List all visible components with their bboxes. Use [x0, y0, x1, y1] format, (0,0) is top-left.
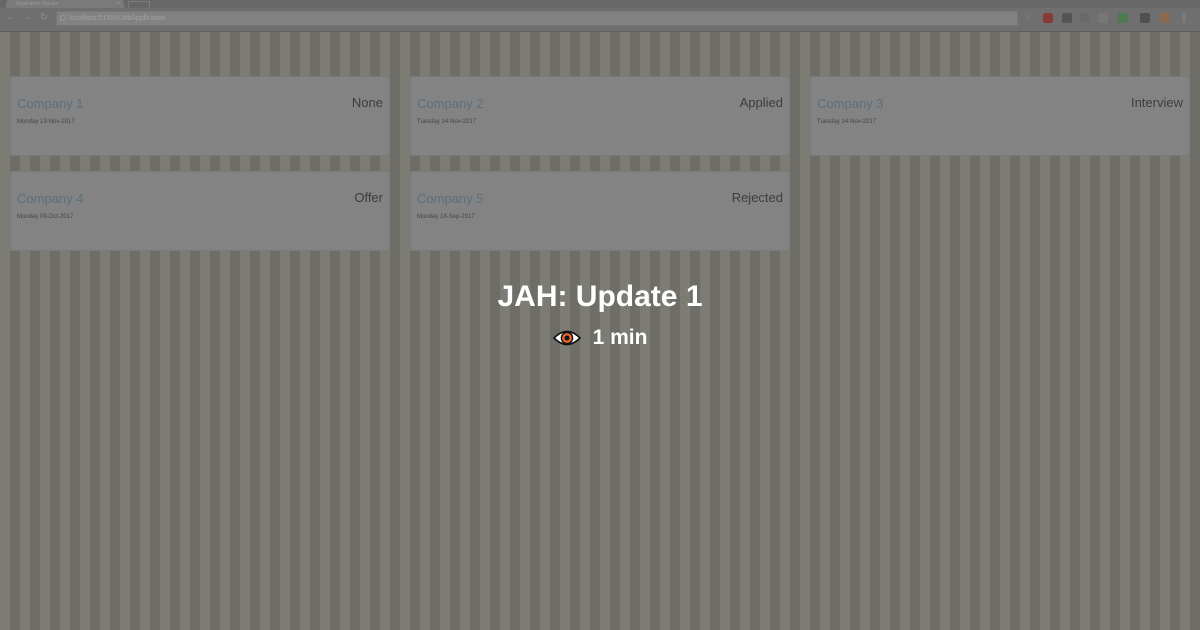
menu-icon[interactable] [1182, 13, 1186, 23]
forward-icon[interactable]: → [22, 13, 32, 23]
address-text: localhost:51591/JobApplication [69, 15, 166, 22]
close-icon[interactable]: × [116, 0, 120, 8]
back-icon[interactable]: ← [6, 13, 16, 23]
bookmark-star-icon[interactable]: ☆ [1023, 12, 1032, 22]
extension-icon[interactable] [1080, 13, 1090, 23]
status-label: Offer [354, 190, 383, 205]
browser-toolbar: Application Tracker × ← → ↻ localhost:51… [0, 0, 1200, 32]
read-time-label: 1 min [592, 326, 648, 349]
extension-icon[interactable] [1043, 13, 1053, 23]
status-label: Interview [1130, 95, 1183, 110]
company-name[interactable]: Company 1 [17, 96, 83, 111]
application-card[interactable]: Company 1 None Monday 13-Nov-2017 [10, 76, 390, 156]
info-icon [60, 15, 66, 21]
tab-strip: Application Tracker × [0, 0, 1200, 8]
new-tab-button[interactable] [128, 1, 150, 8]
address-bar[interactable]: localhost:51591/JobApplication [56, 11, 1018, 26]
application-date: Monday 09-Oct-2017 [17, 214, 74, 220]
reload-icon[interactable]: ↻ [40, 13, 48, 23]
application-card[interactable]: Company 2 Applied Tuesday 14-Nov-2017 [410, 76, 790, 156]
application-card[interactable]: Company 4 Offer Monday 09-Oct-2017 [10, 171, 390, 251]
application-date: Monday 18-Sep-2017 [417, 214, 475, 220]
company-name[interactable]: Company 2 [417, 96, 483, 111]
company-name[interactable]: Company 5 [417, 191, 483, 206]
application-date: Tuesday 14-Nov-2017 [417, 119, 477, 125]
eye-icon [552, 330, 581, 346]
company-name[interactable]: Company 4 [17, 191, 83, 206]
application-date: Tuesday 14-Nov-2017 [817, 119, 877, 125]
application-card[interactable]: Company 5 Rejected Monday 18-Sep-2017 [410, 171, 790, 251]
extension-icon[interactable] [1118, 13, 1128, 23]
application-date: Monday 13-Nov-2017 [17, 119, 75, 125]
application-card[interactable]: Company 3 Interview Tuesday 14-Nov-2017 [810, 76, 1190, 156]
status-label: None [351, 95, 383, 110]
browser-tab[interactable]: Application Tracker × [6, 0, 124, 8]
extension-icon[interactable] [1098, 13, 1108, 23]
post-title: JAH: Update 1 [497, 280, 703, 313]
extension-icon[interactable] [1062, 13, 1072, 23]
status-label: Applied [739, 95, 783, 110]
read-time: 1 min [0, 326, 1200, 350]
tab-title: Application Tracker [16, 1, 59, 7]
extension-icon[interactable] [1140, 13, 1150, 23]
extension-icon[interactable] [1160, 13, 1170, 23]
status-label: Rejected [731, 190, 783, 205]
company-name[interactable]: Company 3 [817, 96, 883, 111]
